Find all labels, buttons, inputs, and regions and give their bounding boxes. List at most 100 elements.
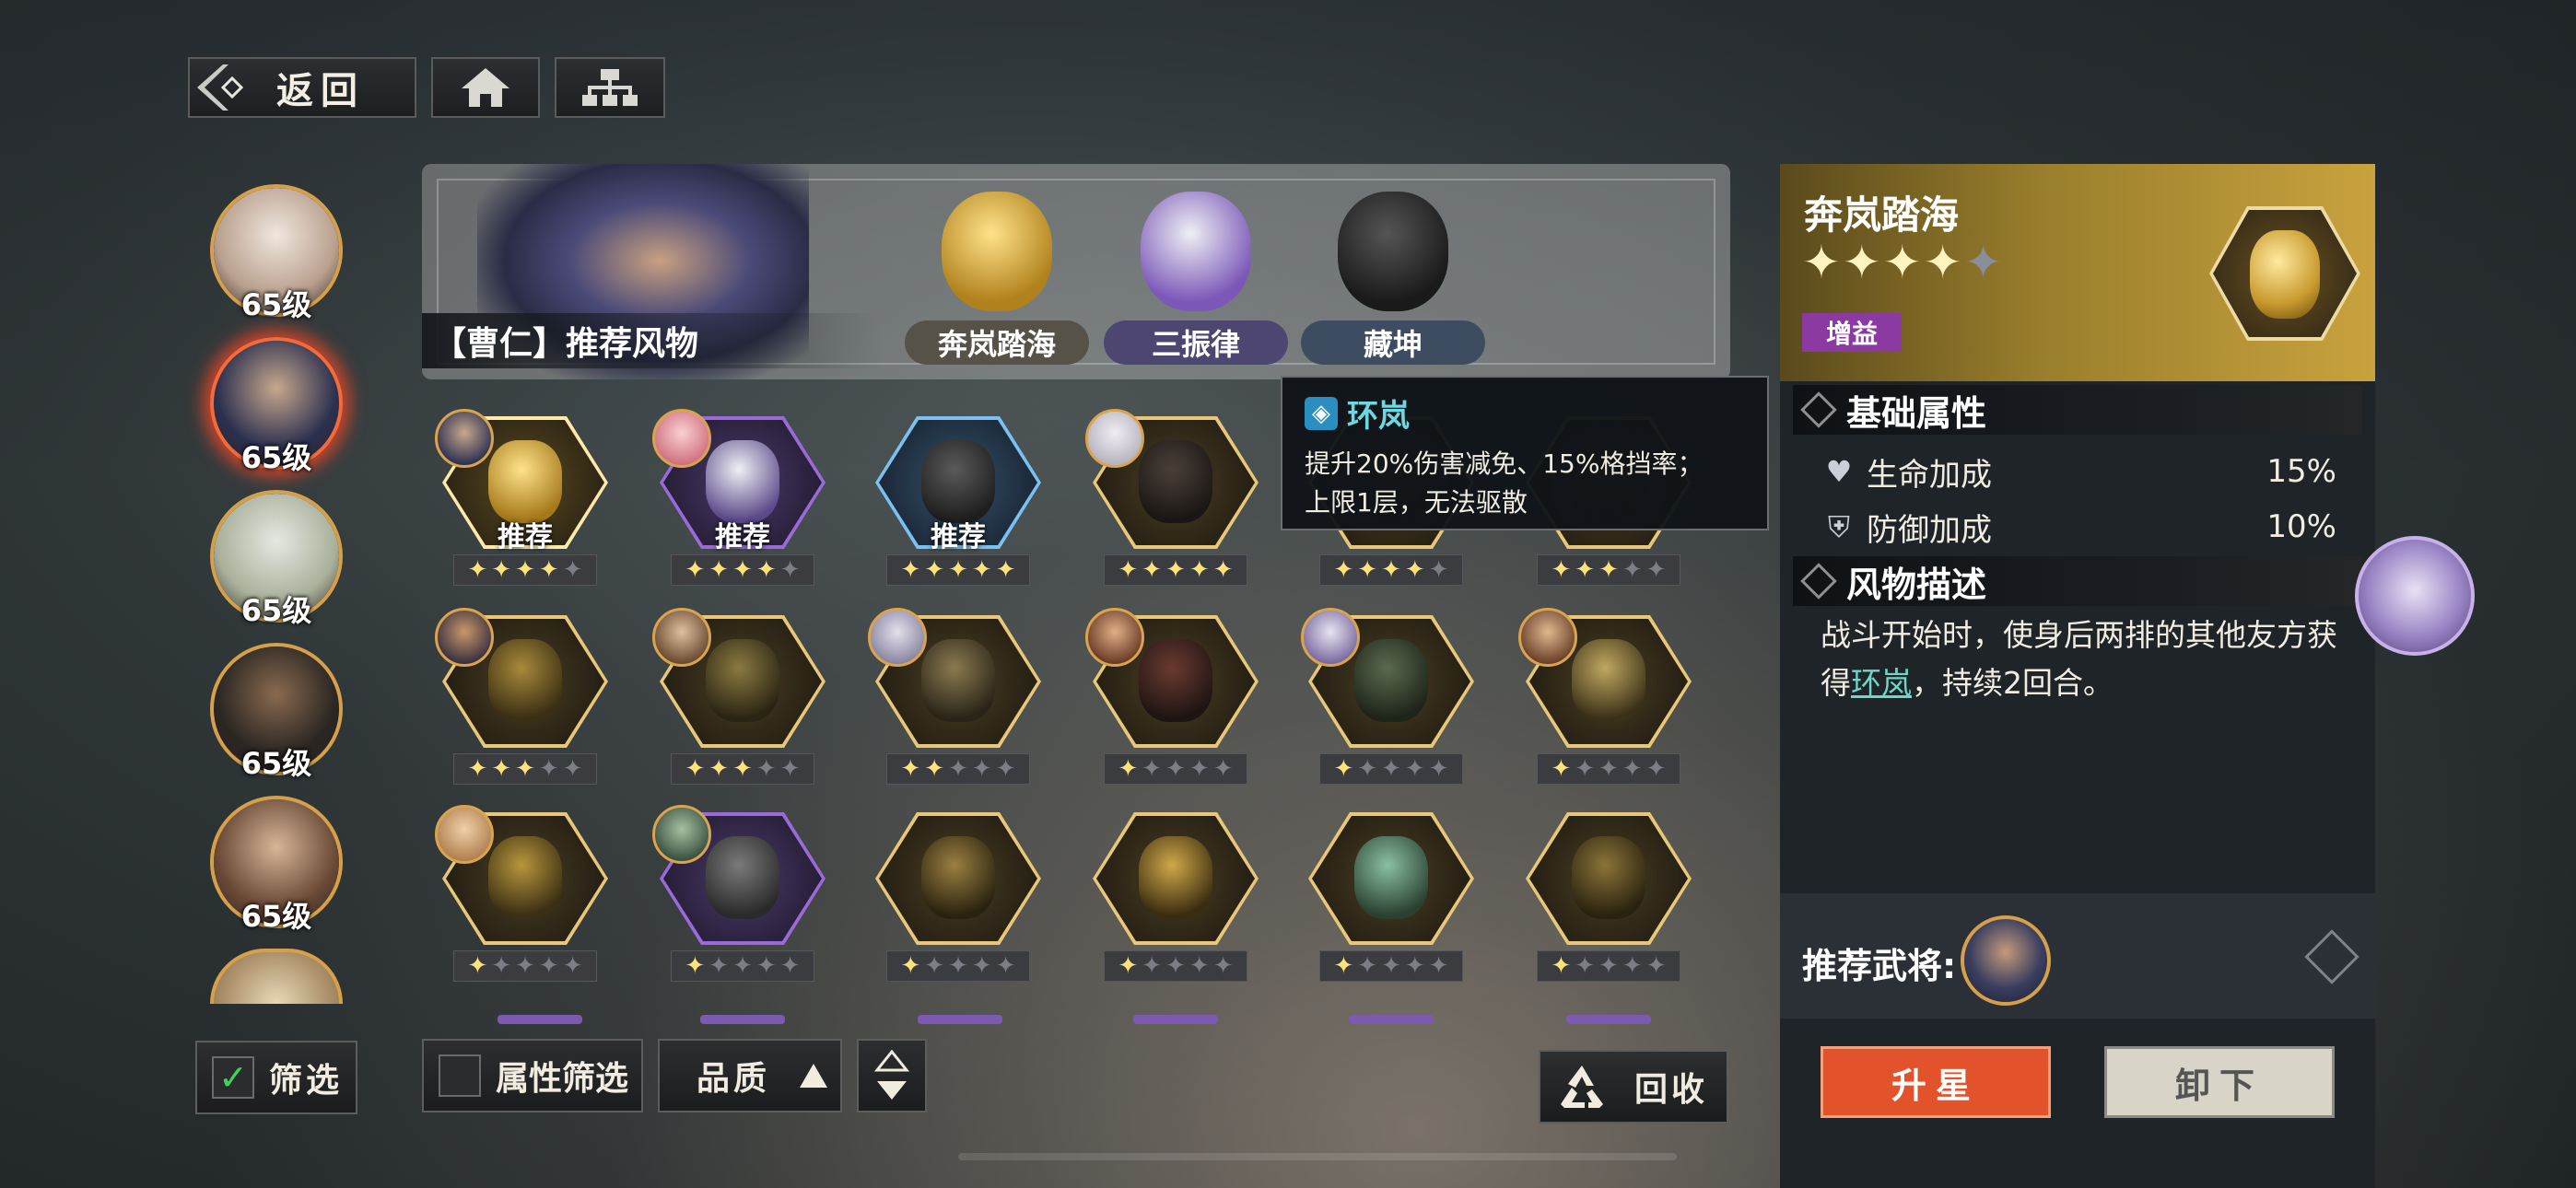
relic-art: [706, 836, 779, 919]
relic-cell[interactable]: 推荐 ✦ ✦ ✦ ✦ ✦: [435, 409, 608, 586]
filter-label: 筛选: [269, 1062, 344, 1100]
relic-cell[interactable]: ✦ ✦ ✦ ✦ ✦: [1518, 608, 1692, 785]
star-empty-icon: ✦: [538, 952, 559, 980]
star-empty-icon: ✦: [1357, 755, 1378, 783]
relic-cell[interactable]: ✦ ✦ ✦ ✦ ✦: [1093, 812, 1259, 982]
hero-avatar-partial[interactable]: [210, 949, 343, 1004]
relic-art: [488, 440, 562, 523]
attr-name: 防御加成: [1867, 511, 1992, 549]
recycle-icon: [1561, 1066, 1603, 1108]
star-empty-icon: ✦: [1142, 952, 1163, 980]
filter-toggle[interactable]: ✓ 筛选: [195, 1041, 357, 1114]
back-arrow-icon: [197, 64, 244, 111]
star-filled-icon: ✦: [755, 556, 777, 584]
relic-cell[interactable]: ✦ ✦ ✦ ✦ ✦: [435, 608, 608, 785]
relic-cell[interactable]: ✦ ✦ ✦ ✦ ✦: [1301, 608, 1474, 785]
star-empty-icon: ✦: [1622, 556, 1643, 584]
banner-relic-item[interactable]: 奔岚踏海: [905, 182, 1089, 367]
star-empty-icon: ✦: [1598, 952, 1619, 980]
relic-cell[interactable]: 推荐 ✦ ✦ ✦ ✦ ✦: [875, 416, 1041, 586]
star-filled-icon: ✦: [924, 556, 945, 584]
equipped-hero-avatar: [1085, 409, 1144, 468]
star-empty-icon: ✦: [779, 556, 801, 584]
relic-cell[interactable]: ✦ ✦ ✦ ✦ ✦: [435, 805, 608, 982]
star-empty-icon: ✦: [948, 952, 968, 980]
next-row-hint: [1133, 1015, 1218, 1024]
star-empty-icon: ✦: [562, 952, 583, 980]
star-filled-icon: ✦: [515, 556, 535, 584]
star-empty-icon: ✦: [779, 952, 801, 980]
recommended-hero-label: 推荐武将:: [1802, 946, 1957, 986]
relic-cell[interactable]: ✦ ✦ ✦ ✦ ✦: [1085, 608, 1259, 785]
equipped-hero-avatar: [1518, 608, 1577, 667]
attribute-filter-toggle[interactable]: 属性筛选: [422, 1039, 643, 1112]
desc-section-title: 风物描述: [1846, 564, 1987, 605]
banner-relic-item[interactable]: 三振律: [1104, 182, 1288, 367]
desc-section-header: 风物描述: [1793, 556, 2362, 606]
relic-cell[interactable]: ✦ ✦ ✦ ✦ ✦: [652, 608, 825, 785]
desc-keyword-link[interactable]: 环岚: [1851, 665, 1912, 701]
relic-hex-frame: [2209, 206, 2360, 341]
relic-cell[interactable]: ✦ ✦ ✦ ✦ ✦: [1526, 812, 1692, 982]
star-empty-icon: ✦: [1428, 755, 1449, 783]
hierarchy-button[interactable]: [555, 57, 665, 118]
star-filled-icon: ✦: [1333, 952, 1354, 980]
star-empty-icon: ✦: [491, 952, 512, 980]
star-filled-icon: ✦: [1118, 556, 1139, 584]
relic-cell[interactable]: ✦ ✦ ✦ ✦ ✦: [868, 608, 1041, 785]
attrs-section-title: 基础属性: [1846, 392, 1987, 434]
star-empty-icon: ✦: [779, 755, 801, 783]
back-button[interactable]: 返回: [188, 57, 416, 118]
star-filled-icon: ✦: [538, 556, 559, 584]
relic-cell[interactable]: ✦ ✦ ✦ ✦ ✦: [1085, 409, 1259, 586]
relic-cell[interactable]: ✦ ✦ ✦ ✦ ✦: [875, 812, 1041, 982]
equipped-hero-avatar: [435, 805, 494, 864]
recommend-tag: 推荐: [715, 521, 770, 553]
star-empty-icon: ✦: [995, 952, 1016, 980]
sort-arrows-icon: [873, 1050, 910, 1100]
star-filled-icon: ✦: [1212, 556, 1234, 584]
bottom-scroll-track[interactable]: [958, 1153, 1677, 1160]
star-filled-icon: ✦: [685, 952, 706, 980]
relic-cell[interactable]: ✦ ✦ ✦ ✦ ✦: [652, 805, 825, 982]
star-filled-icon: ✦: [1404, 556, 1425, 584]
tooltip-title: 环岚: [1347, 398, 1410, 435]
assistant-avatar[interactable]: [2355, 536, 2475, 656]
star-filled-icon: ✦: [1333, 755, 1354, 783]
banner-relic-art: [1141, 192, 1251, 311]
magnifier-icon[interactable]: [2304, 929, 2359, 984]
quality-sort-button[interactable]: 品质: [658, 1039, 842, 1112]
quality-label: 品质: [697, 1060, 771, 1098]
relic-art: [921, 440, 995, 523]
star-empty-icon: ✦: [1622, 952, 1643, 980]
unequip-button[interactable]: 卸下: [2104, 1046, 2335, 1118]
hero-level-label: 65级: [240, 746, 312, 781]
star-empty-icon: ✦: [1575, 755, 1596, 783]
star-empty-icon: ✦: [971, 952, 992, 980]
star-filled-icon: ✦: [685, 556, 706, 584]
relic-art: [488, 836, 562, 919]
relic-art: [1139, 440, 1212, 523]
star-empty-icon: ✦: [1428, 556, 1449, 584]
relic-cell[interactable]: ✦ ✦ ✦ ✦ ✦: [1308, 812, 1474, 982]
equipped-hero-avatar: [652, 409, 711, 468]
recommend-tag: 推荐: [498, 521, 553, 553]
sort-order-button[interactable]: [857, 1039, 927, 1112]
star-empty-icon: ✦: [732, 952, 753, 980]
equipped-hero-avatar: [1085, 608, 1144, 667]
recycle-button[interactable]: 回收: [1539, 1050, 1728, 1124]
banner-relic-item[interactable]: 藏坤: [1301, 182, 1485, 367]
upgrade-star-button[interactable]: 升星: [1821, 1046, 2051, 1118]
star-filled-icon: ✦: [1118, 952, 1139, 980]
star-filled-icon: ✦: [1882, 236, 1924, 289]
star-empty-icon: ✦: [1963, 236, 2005, 289]
home-button[interactable]: [431, 57, 540, 118]
tooltip-line-1: 提升20%伤害减免、15%格挡率；: [1305, 448, 1704, 479]
relic-cell[interactable]: 推荐 ✦ ✦ ✦ ✦ ✦: [652, 409, 825, 586]
home-icon: [462, 68, 509, 107]
star-empty-icon: ✦: [1645, 952, 1667, 980]
relic-art: [1139, 639, 1212, 722]
recommended-hero-avatar[interactable]: [1961, 915, 2051, 1006]
star-rating: ✦ ✦ ✦ ✦ ✦: [1537, 950, 1680, 982]
relic-art: [1139, 836, 1212, 919]
